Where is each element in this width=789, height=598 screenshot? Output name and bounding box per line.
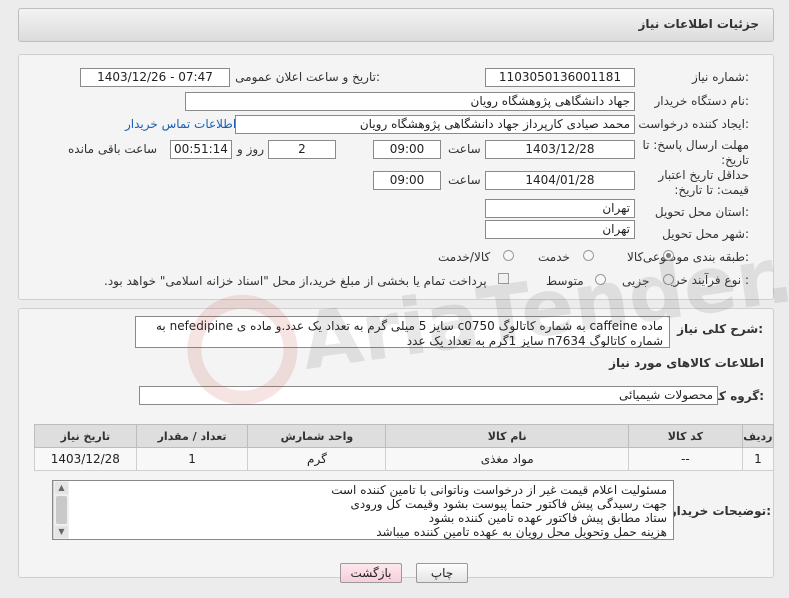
print-button[interactable]: چاپ bbox=[416, 563, 468, 583]
col-quantity: تعداد / مقدار bbox=[135, 424, 249, 448]
validity-label: حداقل تاریخ اعتبار قیمت: تا تاریخ: bbox=[658, 168, 749, 197]
notes-scrollbar[interactable]: ▲ ▼ bbox=[53, 481, 69, 539]
page-title: جزئیات اطلاعات نیاز bbox=[638, 17, 759, 31]
category-goods-service-label: کالا/خدمت bbox=[438, 250, 491, 264]
buyer-notes-label: توضیحات خریدار: bbox=[669, 504, 771, 518]
scroll-down-icon[interactable]: ▼ bbox=[55, 526, 68, 538]
deadline-time-label: ساعت bbox=[448, 142, 481, 156]
col-row: ردیف bbox=[741, 424, 775, 448]
buyer-org-label: نام دستگاه خریدار: bbox=[654, 94, 750, 108]
cell-code: -- bbox=[628, 447, 743, 471]
note-line: ستاد مطابق پیش فاکتور عهده تامین کننده ب… bbox=[428, 511, 667, 525]
description-text: ماده caffeine به شماره کاتالوگ c0750 سای… bbox=[135, 316, 670, 348]
scroll-up-icon[interactable]: ▲ bbox=[55, 482, 68, 494]
note-line: مسئولیت اعلام قیمت غیر از درخواست وناتوا… bbox=[331, 483, 667, 497]
creator-label: ایجاد کننده درخواست: bbox=[638, 117, 749, 131]
table-row: 1 -- مواد مغذی گرم 1 1403/12/28 bbox=[34, 447, 775, 471]
goods-group-field: محصولات شیمیائی bbox=[139, 386, 718, 405]
goods-table: ردیف کد کالا نام کالا واحد شمارش تعداد /… bbox=[34, 424, 775, 471]
col-date: تاریخ نیاز bbox=[34, 424, 137, 448]
remaining-label: ساعت باقی مانده bbox=[68, 142, 158, 156]
scroll-thumb[interactable] bbox=[56, 496, 67, 524]
treasury-payment-note: پرداخت تمام یا بخشی از مبلغ خرید،از محل … bbox=[104, 274, 487, 288]
validity-date-field: 1404/01/28 bbox=[485, 171, 635, 190]
cell-unit: گرم bbox=[247, 447, 387, 471]
col-unit: واحد شمارش bbox=[247, 424, 387, 448]
remaining-time-field: 00:51:14 bbox=[170, 140, 232, 159]
buyer-org-field: جهاد دانشگاهی پژوهشگاه رویان bbox=[185, 92, 635, 111]
goods-section-title: اطلاعات کالاهای مورد نیاز bbox=[609, 356, 764, 370]
category-goods-label: کالا bbox=[627, 250, 644, 264]
col-code: کد کالا bbox=[628, 424, 743, 448]
category-label: طبقه بندی موضوعی: bbox=[642, 250, 749, 264]
validity-time-field: 09:00 bbox=[373, 171, 441, 190]
days-label: روز و bbox=[237, 142, 264, 156]
category-service-label: خدمت bbox=[538, 250, 570, 264]
category-service-radio[interactable] bbox=[583, 250, 594, 261]
need-number-label: شماره نیاز: bbox=[691, 70, 749, 84]
creator-field: محمد صیادی کارپرداز جهاد دانشگاهی پژوهشگ… bbox=[235, 115, 635, 134]
cell-name: مواد مغذی bbox=[385, 447, 630, 471]
back-button[interactable]: بازگشت bbox=[340, 563, 402, 583]
note-line: هزینه حمل وتحویل محل رویان به عهده تامین… bbox=[376, 525, 667, 539]
validity-time-label: ساعت bbox=[448, 173, 481, 187]
need-number-field: 1103050136001181 bbox=[485, 68, 635, 87]
city-label: شهر محل تحویل: bbox=[662, 227, 749, 241]
deadline-date-field: 1403/12/28 bbox=[485, 140, 635, 159]
col-name: نام کالا bbox=[385, 424, 630, 448]
buyer-contact-link[interactable]: اطلاعات تماس خریدار bbox=[125, 117, 236, 131]
category-goods-service-radio[interactable] bbox=[503, 250, 514, 261]
cell-date: 1403/12/28 bbox=[34, 447, 137, 471]
city-field: تهران bbox=[485, 220, 635, 239]
purchase-type-label: نوع فرآیند خرید : bbox=[664, 273, 749, 287]
note-line: جهت رسیدگی پیش فاکتور حتما پیوست بشود وق… bbox=[350, 497, 667, 511]
category-goods-radio[interactable] bbox=[663, 250, 674, 261]
days-field: 2 bbox=[268, 140, 336, 159]
cell-quantity: 1 bbox=[135, 447, 249, 471]
purchase-minor-radio[interactable] bbox=[663, 274, 674, 285]
deadline-time-field: 09:00 bbox=[373, 140, 441, 159]
announce-datetime-field: 1403/12/26 - 07:47 bbox=[80, 68, 230, 87]
goods-table-header: ردیف کد کالا نام کالا واحد شمارش تعداد /… bbox=[34, 424, 775, 448]
province-label: استان محل تحویل: bbox=[654, 205, 749, 219]
purchase-medium-label: متوسط bbox=[546, 274, 584, 288]
cell-row: 1 bbox=[741, 447, 775, 471]
purchase-medium-radio[interactable] bbox=[595, 274, 606, 285]
deadline-label: مهلت ارسال پاسخ: تا تاریخ: bbox=[642, 138, 749, 167]
purchase-minor-label: جزیی bbox=[622, 274, 650, 288]
province-field: تهران bbox=[485, 199, 635, 218]
treasury-payment-checkbox[interactable] bbox=[498, 273, 509, 284]
announce-label: تاریخ و ساعت اعلان عمومی: bbox=[235, 70, 380, 84]
page-header: جزئیات اطلاعات نیاز bbox=[18, 8, 774, 42]
buyer-notes-textarea[interactable]: مسئولیت اعلام قیمت غیر از درخواست وناتوا… bbox=[52, 480, 674, 540]
description-label: شرح کلی نیاز: bbox=[677, 322, 763, 336]
